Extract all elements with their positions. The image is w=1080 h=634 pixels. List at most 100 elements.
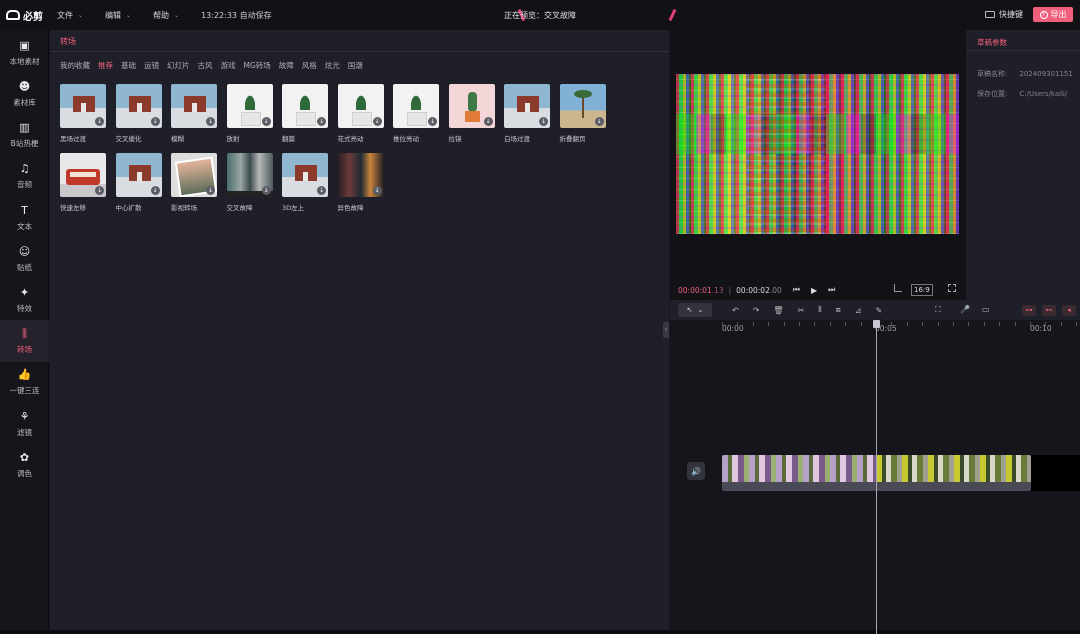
- category-basic[interactable]: 基础: [121, 60, 136, 71]
- transition-label: 快速左移: [60, 204, 86, 212]
- ruler-tick: [1045, 322, 1047, 326]
- download-icon[interactable]: ↓: [317, 117, 326, 126]
- download-icon[interactable]: ↓: [150, 186, 160, 195]
- link-toggle[interactable]: ⊷: [1042, 305, 1056, 316]
- tab-transition[interactable]: 转场: [60, 36, 76, 47]
- ruler-tick: [783, 322, 785, 326]
- category-game[interactable]: 游戏: [221, 60, 236, 71]
- transition-thumbnail[interactable]: ↓: [504, 84, 550, 128]
- download-icon[interactable]: ↓: [95, 117, 104, 126]
- transition-thumbnail[interactable]: ↓: [337, 153, 384, 197]
- download-icon[interactable]: ↓: [539, 117, 548, 126]
- sidebar-item-bilibili[interactable]: ▥ B站热梗: [0, 114, 49, 156]
- download-icon[interactable]: ↓: [372, 117, 382, 126]
- pin-icon[interactable]: ✎: [875, 306, 882, 315]
- transition-thumbnail[interactable]: ↓: [60, 84, 106, 128]
- transition-thumbnail[interactable]: ↓: [448, 84, 495, 128]
- download-icon[interactable]: ↓: [206, 117, 215, 126]
- transition-thumbnail[interactable]: ↓: [282, 153, 328, 197]
- category-slideshow[interactable]: 幻灯片: [167, 60, 190, 71]
- mirror-icon[interactable]: ⊿: [855, 306, 862, 315]
- category-camera[interactable]: 运镜: [144, 60, 159, 71]
- transition-thumbnail[interactable]: ↓: [115, 153, 162, 197]
- download-icon[interactable]: ↓: [206, 186, 215, 195]
- download-icon[interactable]: ↓: [261, 186, 271, 195]
- category-recommended[interactable]: 推荐: [98, 60, 113, 71]
- playhead[interactable]: [873, 320, 880, 634]
- sidebar-item-local[interactable]: ▣ 本地素材: [0, 32, 49, 74]
- sidebar-item-effects[interactable]: ✦ 特效: [0, 279, 49, 321]
- ruler-tick: [1030, 322, 1031, 326]
- aspect-ratio-button[interactable]: 16:9: [911, 284, 933, 296]
- category-guochao[interactable]: 国潮: [348, 60, 363, 71]
- category-mg[interactable]: MG转场: [244, 60, 271, 71]
- transition-panel: 转场 我的收藏 推荐 基础 运镜 幻灯片 古风 游戏 MG转场 故障 风格 炫光…: [50, 30, 669, 634]
- download-icon[interactable]: ↓: [594, 117, 604, 126]
- download-icon[interactable]: ↓: [261, 117, 271, 126]
- download-icon[interactable]: ↓: [483, 117, 493, 126]
- track-volume-button[interactable]: 🔊: [687, 462, 705, 480]
- category-style[interactable]: 风格: [302, 60, 317, 71]
- fullscreen-icon[interactable]: [948, 284, 956, 292]
- split-icon[interactable]: ⫴: [818, 305, 821, 315]
- sidebar-item-transition[interactable]: ⫼ 转场: [0, 320, 49, 362]
- crop-icon[interactable]: [894, 284, 902, 292]
- crop-tool-icon[interactable]: ⧈: [836, 305, 841, 315]
- microphone-icon[interactable]: 🎤: [960, 305, 970, 314]
- transition-thumbnail[interactable]: ↓: [559, 84, 606, 128]
- download-icon[interactable]: ↓: [428, 117, 437, 126]
- download-icon[interactable]: ↓: [150, 117, 160, 126]
- menu-edit[interactable]: 编辑 ⌄: [105, 10, 131, 21]
- ruler-tick: [814, 322, 816, 326]
- sidebar-item-triple[interactable]: 👍 一键三连: [0, 361, 49, 403]
- chevron-left-icon[interactable]: ‹: [663, 322, 669, 338]
- ruler-tick: [799, 322, 800, 326]
- category-flare[interactable]: 炫光: [325, 60, 340, 71]
- app-logo: 必剪: [6, 8, 43, 23]
- transition-thumbnail[interactable]: ↓: [115, 84, 162, 128]
- category-glitch[interactable]: 故障: [279, 60, 294, 71]
- upload-icon: ↑: [1039, 10, 1048, 19]
- snap-toggle[interactable]: ⊶: [1022, 305, 1036, 316]
- transition-thumbnail[interactable]: ↓: [226, 84, 273, 128]
- transition-thumbnail[interactable]: ↓: [171, 84, 217, 128]
- category-ancient[interactable]: 古风: [198, 60, 213, 71]
- camera-icon[interactable]: ▭: [982, 305, 990, 314]
- undo-icon[interactable]: ↶: [732, 306, 739, 315]
- sidebar-item-sticker[interactable]: ☺ 贴纸: [0, 238, 49, 280]
- skip-forward-icon[interactable]: ⏭: [828, 285, 835, 295]
- delete-icon[interactable]: 🗑: [773, 306, 783, 315]
- auto-cut-icon[interactable]: ⛶: [935, 305, 941, 315]
- menu-edit-label: 编辑: [105, 10, 122, 20]
- transition-label: 模糊: [171, 135, 184, 143]
- audio-toggle[interactable]: ◂: [1062, 305, 1076, 316]
- menu-bar: 文件 ⌄ 编辑 ⌄ 帮助 ⌄ 13:22:33 自动保存: [57, 10, 294, 21]
- sidebar-item-filter[interactable]: ⚘ 滤镜: [0, 403, 49, 445]
- scissors-icon[interactable]: ✂: [798, 306, 805, 315]
- transition-thumbnail[interactable]: ↓: [393, 84, 439, 128]
- download-icon[interactable]: ↓: [95, 186, 104, 195]
- download-icon[interactable]: ↓: [317, 186, 326, 195]
- sidebar-item-label: B站热梗: [10, 138, 39, 148]
- select-tool-button[interactable]: ↖ ⌄: [678, 303, 712, 317]
- sidebar-item-text[interactable]: T 文本: [0, 197, 49, 239]
- clip-segment-flowers: [722, 455, 876, 482]
- sidebar-item-color[interactable]: ✿ 调色: [0, 444, 49, 486]
- transition-thumbnail[interactable]: ↓: [337, 84, 384, 128]
- export-button[interactable]: ↑ 导出: [1033, 7, 1073, 22]
- transition-thumbnail[interactable]: ↓: [171, 153, 217, 197]
- sidebar-item-library[interactable]: ☻ 素材库: [0, 73, 49, 115]
- transition-thumbnail[interactable]: ↓: [226, 153, 273, 197]
- transition-thumbnail[interactable]: ↓: [60, 153, 106, 197]
- skip-back-icon[interactable]: ⏮: [793, 285, 800, 295]
- download-icon[interactable]: ↓: [372, 186, 382, 195]
- play-icon[interactable]: ▶: [811, 286, 817, 295]
- transition-thumbnail[interactable]: ↓: [282, 84, 328, 128]
- sidebar-item-audio[interactable]: ♫ 音频: [0, 155, 49, 197]
- shortcut-button[interactable]: 快捷键: [985, 9, 1023, 20]
- filter-icon: ⚘: [19, 409, 30, 423]
- menu-file[interactable]: 文件 ⌄: [57, 10, 83, 21]
- menu-help[interactable]: 帮助 ⌄: [153, 10, 179, 21]
- category-favorites[interactable]: 我的收藏: [60, 60, 90, 71]
- redo-icon[interactable]: ↷: [753, 306, 760, 315]
